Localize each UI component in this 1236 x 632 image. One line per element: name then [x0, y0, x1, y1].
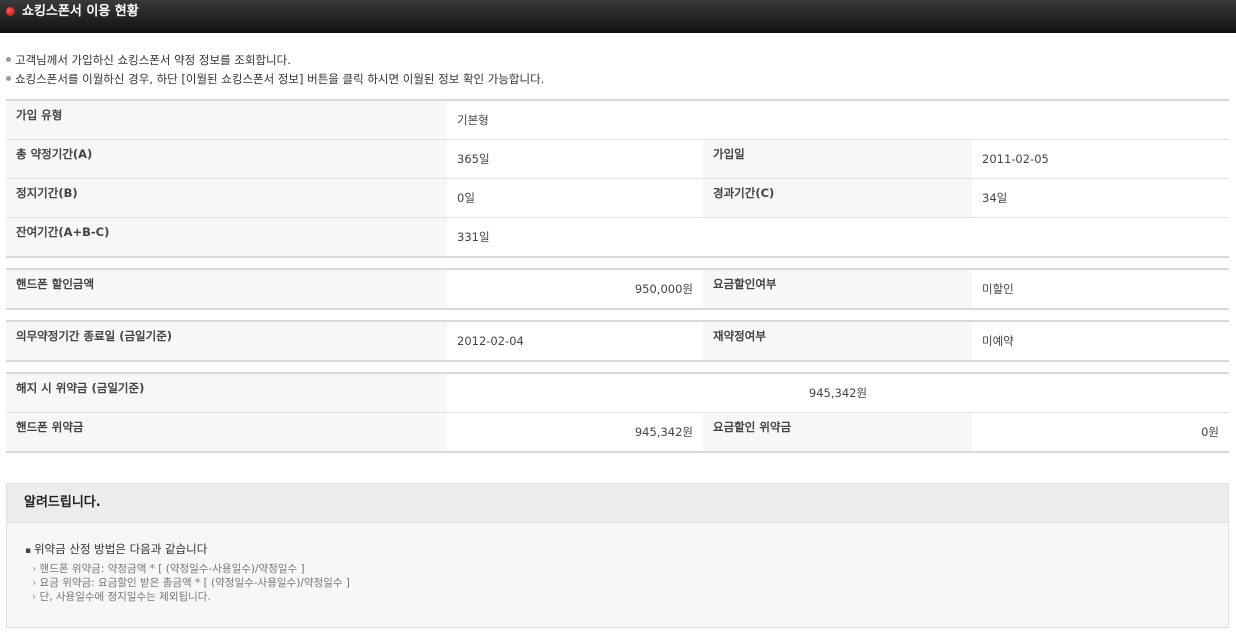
stop-period-value: 0일	[447, 178, 703, 218]
join-type-value: 기본형	[447, 100, 1229, 140]
discount-table: 핸드폰 할인금액 950,000원 요금할인여부 미할인	[6, 268, 1229, 310]
fee-discount-label: 요금할인여부	[703, 269, 972, 309]
note-text: 고객님께서 가입하신 쇼킹스폰서 약정 정보를 조회합니다.	[15, 53, 291, 67]
fee-discount-value: 미할인	[982, 282, 1014, 296]
phone-penalty-value: 945,342원	[634, 425, 693, 439]
red-dot-icon	[6, 7, 15, 16]
bullet-icon	[6, 57, 11, 62]
fee-penalty-label: 요금할인 위약금	[703, 412, 972, 452]
phone-discount-value: 950,000원	[634, 282, 693, 296]
info-notes: 고객님께서 가입하신 쇼킹스폰서 약정 정보를 조회합니다. 쇼킹스폰서를 이월…	[6, 51, 544, 89]
elapsed-period-label: 경과기간(C)	[703, 178, 972, 218]
table-row: 의무약정기간 종료일 (금일기준) 2012-02-04 재약정여부 미예약	[6, 321, 1229, 361]
penalty-table: 해지 시 위약금 (금일기준) 945,342원 핸드폰 위약금 945,342…	[6, 372, 1229, 453]
fee-penalty-value: 0원	[1201, 425, 1219, 439]
contract-info-table: 가입 유형 기본형 총 약정기간(A) 365일 가입일 2011-02-05 …	[6, 99, 1229, 258]
table-row: 핸드폰 할인금액 950,000원 요금할인여부 미할인	[6, 269, 1229, 309]
penalty-label: 해지 시 위약금 (금일기준)	[6, 373, 447, 413]
notice-line: 요금 위약금: 요금할인 받은 총금액 * [ (약정일수-사용일수)/약정일수…	[25, 576, 1228, 590]
table-row: 핸드폰 위약금 945,342원 요금할인 위약금 0원	[6, 412, 1229, 452]
penalty-value: 945,342원	[447, 373, 1229, 413]
notice-box: 알려드립니다. 위약금 산정 방법은 다음과 같습니다 핸드폰 위약금: 약정금…	[6, 483, 1229, 628]
bullet-icon	[6, 76, 11, 81]
join-date-label: 가입일	[703, 139, 972, 179]
notice-line: 단, 사용일수에 정지일수는 제외됩니다.	[25, 590, 1228, 604]
contract-end-table: 의무약정기간 종료일 (금일기준) 2012-02-04 재약정여부 미예약	[6, 320, 1229, 362]
phone-penalty-label: 핸드폰 위약금	[6, 412, 447, 452]
table-row: 잔여기간(A+B-C) 331일	[6, 217, 1229, 257]
contract-end-label: 의무약정기간 종료일 (금일기준)	[6, 321, 447, 361]
join-date-value: 2011-02-05	[972, 139, 1229, 179]
remaining-period-value: 331일	[457, 230, 490, 244]
table-row: 가입 유형 기본형	[6, 100, 1229, 140]
page-header: 쇼킹스폰서 이용 현황	[0, 0, 1236, 33]
notice-body: 위약금 산정 방법은 다음과 같습니다 핸드폰 위약금: 약정금액 * [ (약…	[7, 523, 1228, 604]
elapsed-period-value: 34일	[972, 178, 1229, 218]
notice-line: 핸드폰 위약금: 약정금액 * [ (약정일수-사용일수)/약정일수 ]	[25, 562, 1228, 576]
contract-end-value: 2012-02-04	[457, 334, 524, 348]
phone-discount-label: 핸드폰 할인금액	[6, 269, 447, 309]
recontract-label: 재약정여부	[703, 321, 972, 361]
remaining-period-label: 잔여기간(A+B-C)	[6, 217, 447, 257]
notice-main-text: 위약금 산정 방법은 다음과 같습니다	[25, 538, 1228, 562]
total-period-label: 총 약정기간(A)	[6, 139, 447, 179]
note-item: 쇼킹스폰서를 이월하신 경우, 하단 [이월된 쇼킹스폰서 정보] 버튼을 클릭…	[6, 70, 544, 89]
total-period-value: 365일	[447, 139, 703, 179]
note-text: 쇼킹스폰서를 이월하신 경우, 하단 [이월된 쇼킹스폰서 정보] 버튼을 클릭…	[15, 72, 545, 86]
recontract-value: 미예약	[982, 334, 1014, 348]
table-row: 정지기간(B) 0일 경과기간(C) 34일	[6, 178, 1229, 218]
join-type-label: 가입 유형	[6, 100, 447, 140]
notice-title: 알려드립니다.	[7, 484, 1228, 523]
table-row: 해지 시 위약금 (금일기준) 945,342원	[6, 373, 1229, 413]
stop-period-label: 정지기간(B)	[6, 178, 447, 218]
page-title: 쇼킹스폰서 이용 현황	[22, 4, 139, 19]
note-item: 고객님께서 가입하신 쇼킹스폰서 약정 정보를 조회합니다.	[6, 51, 544, 70]
table-row: 총 약정기간(A) 365일 가입일 2011-02-05	[6, 139, 1229, 179]
